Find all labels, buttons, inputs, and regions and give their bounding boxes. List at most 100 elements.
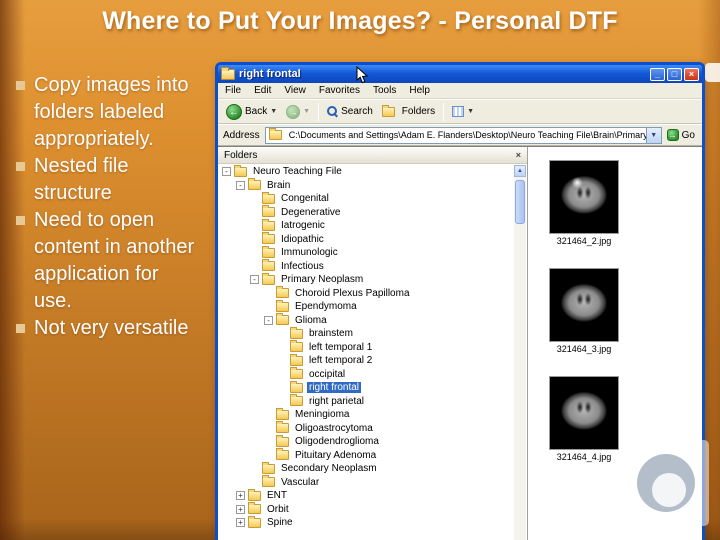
tree-expander-icon[interactable]: - bbox=[264, 315, 273, 325]
tree-item-label: left temporal 1 bbox=[309, 341, 373, 353]
tree-item-degenerative[interactable]: Degenerative bbox=[219, 205, 513, 220]
menu-help[interactable]: Help bbox=[409, 85, 430, 96]
go-button[interactable]: → Go bbox=[666, 129, 697, 141]
tree-expander-spacer bbox=[250, 262, 259, 271]
tree-expander-icon[interactable]: + bbox=[236, 504, 245, 514]
tree-item-label: Iatrogenic bbox=[281, 220, 325, 232]
tree-item-ependymoma[interactable]: Ependymoma bbox=[219, 299, 513, 314]
tree-item-brainstem[interactable]: brainstem bbox=[219, 326, 513, 341]
tree-item-right-frontal[interactable]: right frontal bbox=[219, 380, 513, 395]
tree-item-primary-neoplasm[interactable]: - Primary Neoplasm bbox=[219, 272, 513, 287]
tree-item-orbit[interactable]: + Orbit bbox=[219, 502, 513, 517]
menu-edit[interactable]: Edit bbox=[254, 85, 271, 96]
tree-item-secondary-neoplasm[interactable]: Secondary Neoplasm bbox=[219, 461, 513, 476]
close-button[interactable]: × bbox=[684, 67, 699, 81]
folder-icon bbox=[276, 286, 289, 299]
tree-item-oligoastrocytoma[interactable]: Oligoastrocytoma bbox=[219, 421, 513, 436]
folder-icon bbox=[262, 245, 275, 258]
folder-icon bbox=[262, 475, 275, 488]
tree-expander-spacer bbox=[264, 451, 273, 460]
folders-pane-title: Folders bbox=[224, 149, 258, 161]
folder-icon bbox=[290, 353, 303, 366]
tree-item-oligodendroglioma[interactable]: Oligodendroglioma bbox=[219, 434, 513, 449]
slide-title: Where to Put Your Images? - Personal DTF bbox=[102, 7, 618, 35]
tree-item-spine[interactable]: + Spine bbox=[219, 515, 513, 530]
tree-item-label: Oligodendroglioma bbox=[295, 436, 379, 448]
search-label: Search bbox=[341, 106, 373, 117]
folder-icon bbox=[290, 367, 303, 380]
address-dropdown-icon[interactable]: ▼ bbox=[645, 127, 661, 143]
tree-item-label: Idiopathic bbox=[281, 233, 324, 245]
tree-item-choroid-plexus-papilloma[interactable]: Choroid Plexus Papilloma bbox=[219, 286, 513, 301]
views-button[interactable]: ▼ bbox=[449, 104, 477, 119]
folder-icon bbox=[248, 178, 261, 191]
address-combobox[interactable]: C:\Documents and Settings\Adam E. Flande… bbox=[264, 126, 662, 144]
scroll-up-icon[interactable]: ▲ bbox=[514, 165, 526, 177]
tree-expander-spacer bbox=[250, 194, 259, 203]
tree-expander-spacer bbox=[278, 356, 287, 365]
toolbar-separator bbox=[443, 102, 445, 121]
folder-icon bbox=[276, 434, 289, 447]
folder-tree: - Neuro Teaching File - Brain Congenital Dege… bbox=[219, 165, 513, 540]
tree-item-iatrogenic[interactable]: Iatrogenic bbox=[219, 218, 513, 233]
tree-item-ent[interactable]: + ENT bbox=[219, 488, 513, 503]
tree-item-immunologic[interactable]: Immunologic bbox=[219, 245, 513, 260]
forward-dropdown-icon: ▼ bbox=[303, 107, 311, 115]
tree-item-vascular[interactable]: Vascular bbox=[219, 475, 513, 490]
bullet-item: Nested file structure bbox=[16, 153, 216, 207]
ct-scan-thumbnail bbox=[549, 376, 619, 450]
scrollbar-thumb[interactable] bbox=[515, 180, 525, 224]
file-item[interactable]: 321464_2.jpg bbox=[546, 160, 622, 246]
title-bar[interactable]: right frontal _ □ × bbox=[218, 65, 702, 83]
tree-item-occipital[interactable]: occipital bbox=[219, 367, 513, 382]
folder-icon bbox=[262, 259, 275, 272]
menu-file[interactable]: File bbox=[225, 85, 241, 96]
close-folders-icon[interactable]: × bbox=[516, 150, 521, 160]
tree-expander-spacer bbox=[250, 464, 259, 473]
tree-item-label: right parietal bbox=[309, 395, 365, 407]
tree-item-neuro-teaching-file[interactable]: - Neuro Teaching File bbox=[219, 165, 513, 179]
folders-button[interactable]: Folders bbox=[379, 104, 438, 119]
menu-view[interactable]: View bbox=[284, 85, 306, 96]
tree-expander-icon[interactable]: - bbox=[236, 180, 245, 190]
tree-item-meningioma[interactable]: Meningioma bbox=[219, 407, 513, 422]
menu-favorites[interactable]: Favorites bbox=[319, 85, 360, 96]
file-name: 321464_3.jpg bbox=[556, 344, 612, 354]
tree-expander-spacer bbox=[250, 248, 259, 257]
file-item[interactable]: 321464_3.jpg bbox=[546, 268, 622, 354]
forward-button[interactable]: → ▼ bbox=[283, 103, 313, 121]
tree-expander-icon[interactable]: + bbox=[236, 518, 245, 528]
tree-item-pituitary-adenoma[interactable]: Pituitary Adenoma bbox=[219, 448, 513, 463]
tree-scrollbar[interactable]: ▲ ▼ bbox=[514, 165, 526, 540]
back-button[interactable]: ← Back ▼ bbox=[223, 102, 280, 122]
tree-expander-icon[interactable]: + bbox=[236, 491, 245, 501]
tree-item-glioma[interactable]: - Glioma bbox=[219, 313, 513, 328]
tree-item-left-temporal-2[interactable]: left temporal 2 bbox=[219, 353, 513, 368]
tree-item-left-temporal-1[interactable]: left temporal 1 bbox=[219, 340, 513, 355]
file-item[interactable]: 321464_4.jpg bbox=[546, 376, 622, 462]
tree-expander-icon[interactable]: - bbox=[222, 167, 231, 177]
tree-item-congenital[interactable]: Congenital bbox=[219, 191, 513, 206]
tree-item-idiopathic[interactable]: Idiopathic bbox=[219, 232, 513, 247]
tree-expander-icon[interactable]: - bbox=[250, 275, 259, 285]
tree-expander-spacer bbox=[264, 289, 273, 298]
tree-item-right-parietal[interactable]: right parietal bbox=[219, 394, 513, 409]
tree-item-brain[interactable]: - Brain bbox=[219, 178, 513, 193]
bullet-item: Copy images into folders labeled appropr… bbox=[16, 72, 216, 153]
folder-icon bbox=[262, 272, 275, 285]
tree-item-label: Oligoastrocytoma bbox=[295, 422, 373, 434]
back-icon: ← bbox=[226, 103, 242, 120]
menu-tools[interactable]: Tools bbox=[373, 85, 396, 96]
ct-scan-thumbnail bbox=[549, 268, 619, 342]
search-button[interactable]: Search bbox=[324, 104, 376, 119]
tree-expander-spacer bbox=[250, 221, 259, 230]
maximize-button[interactable]: □ bbox=[667, 67, 682, 81]
minimize-button[interactable]: _ bbox=[650, 67, 665, 81]
bullet-text: Need to open content in another applicat… bbox=[34, 209, 195, 312]
tree-item-label: Neuro Teaching File bbox=[253, 166, 342, 178]
folder-icon bbox=[290, 326, 303, 339]
tree-item-label: Pituitary Adenoma bbox=[295, 449, 377, 461]
back-label: Back bbox=[245, 106, 268, 117]
tree-item-infectious[interactable]: Infectious bbox=[219, 259, 513, 274]
views-icon bbox=[452, 106, 465, 117]
